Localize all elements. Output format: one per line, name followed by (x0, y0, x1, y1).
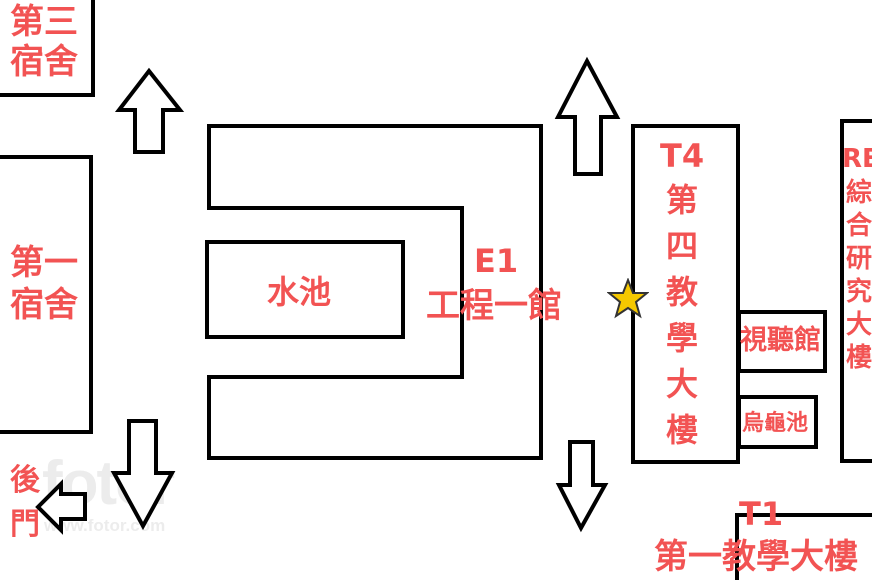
re-char: 大 (846, 310, 872, 340)
arrow-up-icon (114, 67, 185, 154)
arrow-up-icon (554, 56, 621, 176)
t4-label: T4 第 四 教 學 大 樓 (660, 140, 704, 446)
t4-char: 大 (666, 365, 699, 403)
turtle-pond-label: 烏龜池 (742, 411, 809, 436)
arrow-left-icon (35, 479, 87, 535)
dorm3-label: 第三 宿舍 (10, 5, 78, 79)
t4-char: 四 (666, 227, 699, 265)
star-icon (607, 278, 649, 319)
re-label: RE 綜 合 研 究 大 樓 (842, 146, 872, 371)
re-char: 樓 (846, 343, 872, 373)
t4-char: 樓 (666, 411, 699, 449)
t4-char: 第 (666, 181, 699, 219)
back-gate-label[interactable]: 後 門 (10, 466, 40, 540)
re-code: RE (842, 144, 872, 174)
e1-name: 工程一館 (426, 286, 562, 326)
t4-char: 教 (666, 273, 699, 311)
back-gate-line2: 門 (10, 507, 40, 542)
re-char: 究 (846, 277, 872, 307)
dorm3-label-line2: 宿舍 (10, 42, 78, 82)
pond-label: 水池 (267, 273, 332, 311)
re-char: 綜 (846, 178, 872, 208)
dorm3-label-line1: 第三 (10, 2, 78, 42)
dorm1-label-line2: 宿舍 (10, 285, 78, 325)
e1-code: E1 (474, 242, 519, 280)
dorm1-label: 第一 宿舍 (10, 246, 78, 322)
t4-code: T4 (660, 137, 705, 175)
arrow-down-icon (110, 419, 176, 531)
back-gate-line1: 後 (10, 463, 40, 498)
arrow-down-icon (555, 440, 609, 533)
re-char: 研 (846, 244, 872, 274)
dorm1-label-line1: 第一 (10, 243, 78, 283)
re-char: 合 (846, 211, 872, 241)
t1-name: 第一教學大樓 (654, 537, 858, 577)
t1-code: T1 (739, 495, 784, 533)
t4-char: 學 (666, 319, 699, 357)
av-hall-label: 視聽館 (740, 325, 821, 356)
